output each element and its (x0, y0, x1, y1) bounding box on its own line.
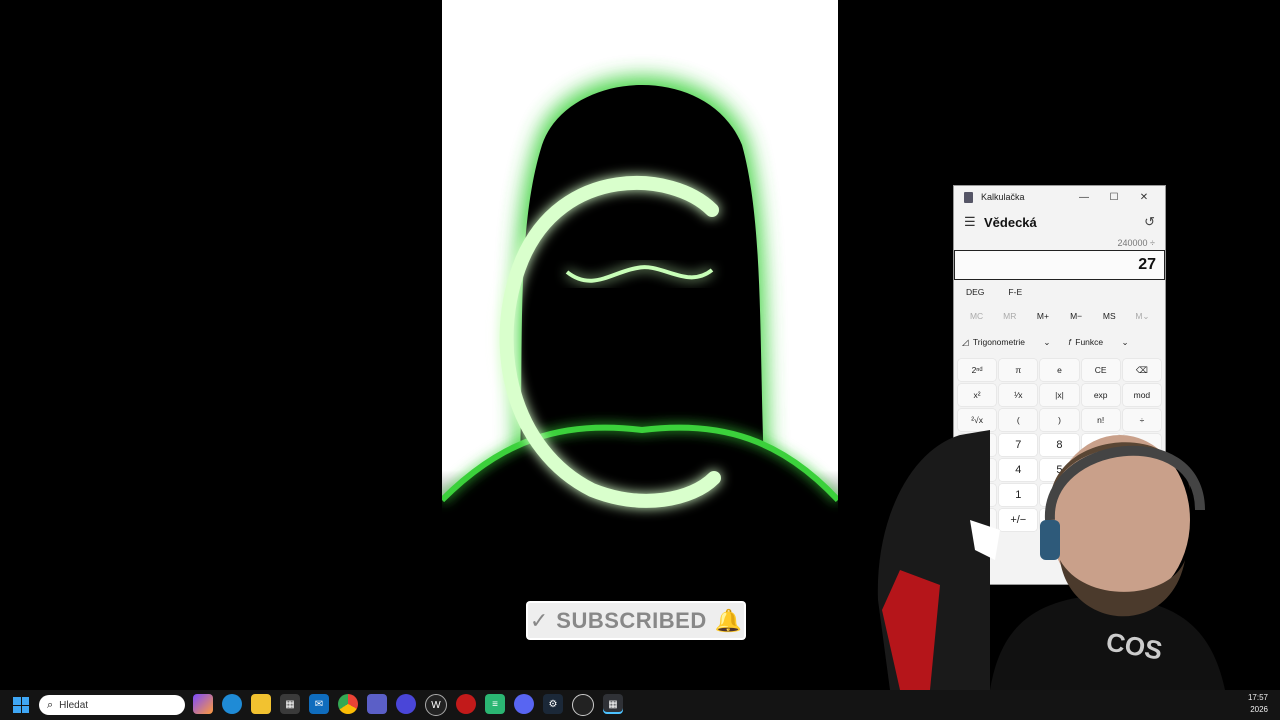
calc-key[interactable]: |x| (1040, 384, 1079, 406)
subscribed-badge: ✓ SUBSCRIBED 🔔 (528, 603, 744, 638)
clock-date: 2026 (1250, 705, 1268, 714)
memory-add-button[interactable]: M+ (1026, 311, 1059, 321)
minimize-button[interactable]: — (1069, 192, 1099, 203)
fe-button[interactable]: F-E (1008, 287, 1022, 297)
functions-dropdown[interactable]: f Funkce ⌄ (1069, 337, 1129, 348)
calculator-header: ☰ Vědecká ↺ (954, 208, 1165, 236)
calc-key[interactable]: ⌫ (1122, 359, 1161, 381)
window-titlebar: Kalkulačka — ☐ ✕ (954, 186, 1165, 208)
store-icon[interactable]: ▦ (280, 694, 300, 714)
trigonometry-label: Trigonometrie (972, 336, 1026, 347)
file-explorer-icon[interactable] (251, 694, 271, 714)
check-icon: ✓ (529, 607, 549, 633)
mail-icon[interactable]: ✉ (309, 694, 329, 714)
calc-key[interactable]: CE (1081, 359, 1120, 381)
notepad-icon[interactable]: ≡ (485, 694, 505, 714)
calculator-mode-title: Vědecká (984, 214, 1037, 230)
taskbar-search-box[interactable]: ⌕ Hledat (39, 695, 185, 715)
memory-subtract-button[interactable]: M− (1060, 311, 1093, 321)
system-clock[interactable]: 17:57 2026 (1248, 692, 1268, 716)
search-placeholder: Hledat (59, 699, 89, 711)
subscribed-label: SUBSCRIBED (556, 607, 707, 633)
window-title: Kalkulačka (981, 192, 1025, 202)
ninja-logo-graphic (442, 76, 838, 690)
calc-key[interactable]: π (999, 359, 1038, 381)
streamer-webcam-image: COS (877, 430, 1225, 690)
maximize-button[interactable]: ☐ (1099, 192, 1129, 203)
discord-icon[interactable] (514, 694, 534, 714)
close-button[interactable]: ✕ (1129, 192, 1159, 203)
memory-store-button[interactable]: MS (1093, 311, 1126, 321)
function-dropdowns-row: ◿ Trigonometrie ⌄ f Funkce ⌄ (954, 328, 1165, 356)
trigonometry-dropdown[interactable]: ◿ Trigonometrie ⌄ (962, 337, 1051, 348)
hamburger-menu-icon[interactable]: ☰ (964, 214, 984, 230)
result-display: 27 (954, 250, 1165, 280)
history-icon[interactable]: ↺ (1144, 214, 1155, 230)
memory-list-button[interactable]: M⌄ (1126, 311, 1159, 322)
bell-icon: 🔔 (714, 607, 743, 633)
steam-icon[interactable]: ⚙ (543, 694, 563, 714)
search-icon: ⌕ (47, 698, 54, 711)
calculator-app-icon (964, 191, 973, 203)
wordpress-icon[interactable]: W (425, 694, 447, 716)
app-icon[interactable] (396, 694, 416, 714)
memory-recall-button[interactable]: MR (993, 311, 1026, 321)
calc-key[interactable]: x² (958, 384, 997, 406)
angle-unit-button[interactable]: DEG (966, 287, 984, 297)
clock-time: 17:57 (1247, 693, 1268, 702)
edge-icon[interactable] (222, 694, 242, 714)
calc-key[interactable]: ¹⁄x (999, 384, 1038, 406)
obs-icon[interactable] (572, 694, 594, 716)
calc-key[interactable]: e (1040, 359, 1079, 381)
windows-taskbar: ⌕ Hledat ▦ ✉ W ≡ ⚙ ▦ 17:57 2026 (0, 690, 1280, 720)
calculator-icon[interactable]: ▦ (603, 694, 623, 714)
app-red-icon[interactable] (456, 694, 476, 714)
webcam-overlay: COS (870, 410, 1250, 690)
memory-clear-button[interactable]: MC (960, 311, 993, 321)
teams-icon[interactable] (367, 694, 387, 714)
start-button[interactable] (13, 697, 29, 713)
functions-label: Funkce (1075, 336, 1104, 347)
stream-overlay-graphic (442, 0, 838, 690)
calc-key[interactable]: mod (1122, 384, 1161, 406)
memory-row: MC MR M+ M− MS M⌄ (954, 304, 1165, 328)
chrome-icon[interactable] (338, 694, 358, 714)
expression-display: 240000 ÷ (1117, 238, 1155, 248)
copilot-icon[interactable] (193, 694, 213, 714)
calc-key[interactable]: 2ⁿᵈ (958, 359, 997, 381)
calc-key[interactable]: exp (1081, 384, 1120, 406)
pinned-apps: ▦ ✉ W ≡ ⚙ ▦ (193, 694, 623, 716)
angle-notation-row: DEG F-E (954, 280, 1165, 304)
